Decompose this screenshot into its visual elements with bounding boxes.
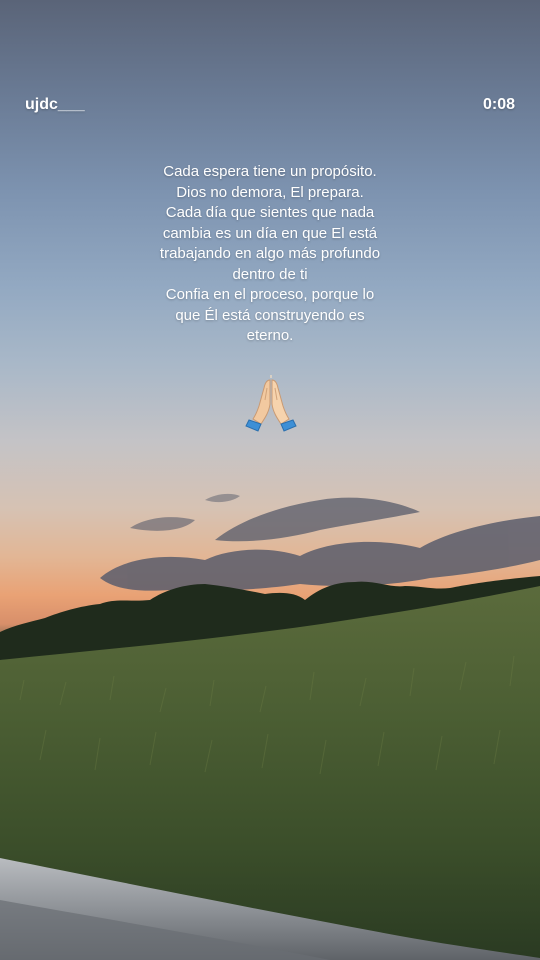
caption-line: Confia en el proceso, porque lo (165, 286, 375, 303)
caption-line: eterno. (246, 327, 294, 344)
story-caption: Cada espera tiene un propósito. Dios no … (120, 162, 420, 347)
sunset-clouds (100, 493, 540, 591)
caption-line: dentro de ti (232, 265, 308, 283)
caption-line: que Él está construyendo es (175, 306, 365, 324)
story-viewer[interactable]: ujdc___ 0:08 Cada espera tiene un propós… (0, 0, 540, 960)
story-background-photo (0, 493, 540, 960)
caption-line: cambia es un día en que El está (162, 224, 378, 242)
story-timer: 0:08 (482, 96, 515, 113)
caption-line: Cada día que sientes que nada (165, 204, 375, 221)
story-header: ujdc___ 0:08 (0, 92, 540, 122)
caption-line: trabajando en algo más profundo (159, 245, 381, 262)
folded-hands-icon (245, 375, 297, 432)
caption-line: Cada espera tiene un propósito. (163, 163, 377, 180)
username[interactable]: ujdc___ (25, 96, 85, 114)
caption-line: Dios no demora, El prepara. (176, 183, 364, 201)
